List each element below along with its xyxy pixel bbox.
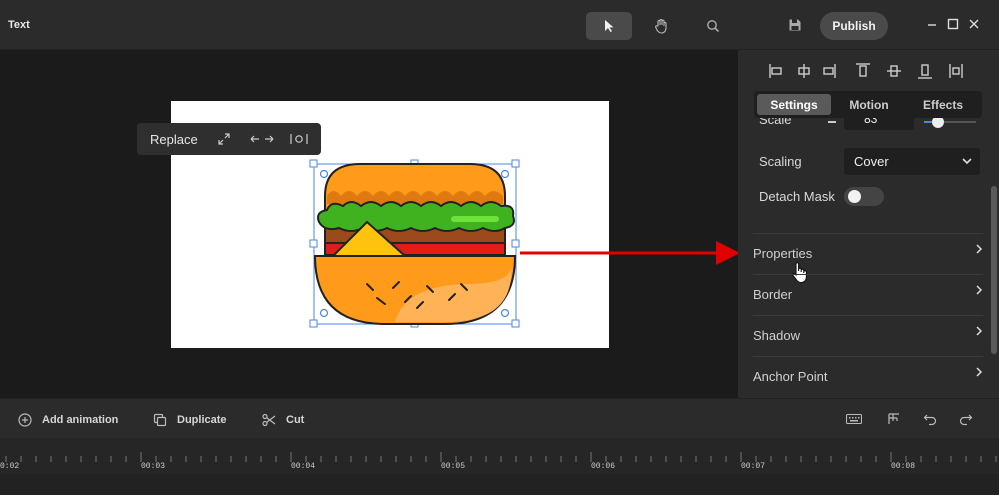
timeline-ruler[interactable]: 0:02 00:03 00:04 00:05 00:06 00:07 00:08 xyxy=(0,438,999,474)
minimize-icon xyxy=(928,24,936,26)
chevron-down-icon xyxy=(962,158,972,165)
align-right-icon xyxy=(823,64,836,78)
scale-input[interactable]: 83 xyxy=(844,118,914,130)
scale-slider[interactable] xyxy=(924,118,976,128)
detach-mask-label: Detach Mask xyxy=(759,189,835,204)
tick-label: 00:06 xyxy=(591,462,616,471)
detach-mask-toggle[interactable] xyxy=(844,187,884,206)
chevron-right-icon xyxy=(976,326,983,336)
hand-icon xyxy=(655,18,667,34)
split-icon[interactable] xyxy=(887,412,901,426)
duplicate-button[interactable]: Duplicate xyxy=(153,411,227,429)
select-tool-button[interactable] xyxy=(586,12,632,40)
chevron-right-icon xyxy=(976,285,983,295)
tick-label: 00:03 xyxy=(141,462,166,471)
search-icon xyxy=(707,20,720,33)
section-shadow[interactable]: Shadow xyxy=(753,315,983,356)
section-border[interactable]: Border xyxy=(753,274,983,315)
close-icon xyxy=(969,19,979,29)
align-center-vertical-icon xyxy=(887,65,901,77)
close-button[interactable] xyxy=(966,16,982,32)
redo-icon[interactable] xyxy=(959,412,973,426)
timeline[interactable]: 0:02 00:03 00:04 00:05 00:06 00:07 00:08 xyxy=(0,438,999,495)
section-anchor-point[interactable]: Anchor Point xyxy=(753,356,983,397)
maximize-button[interactable] xyxy=(945,16,961,32)
panel-tabs: Settings Motion Effects xyxy=(754,91,982,118)
add-circle-icon xyxy=(18,413,32,427)
keyboard-icon[interactable] xyxy=(846,413,862,425)
publish-button[interactable]: Publish xyxy=(820,12,888,40)
canvas-area[interactable]: Replace xyxy=(0,50,740,398)
scissors-icon xyxy=(262,413,276,427)
section-label: Properties xyxy=(753,246,813,261)
scale-row: Scale 83 xyxy=(738,118,991,136)
scaling-label: Scaling xyxy=(759,154,802,169)
cut-button[interactable]: Cut xyxy=(262,411,304,429)
minus-icon[interactable] xyxy=(828,121,836,123)
save-button[interactable] xyxy=(788,18,802,37)
align-center-horizontal-icon xyxy=(798,64,810,78)
scale-label: Scale xyxy=(759,118,792,127)
minimize-button[interactable] xyxy=(924,16,940,32)
tab-motion[interactable]: Motion xyxy=(834,94,904,115)
add-animation-button[interactable]: Add animation xyxy=(18,411,118,429)
section-label: Border xyxy=(753,287,793,302)
cursor-icon xyxy=(605,20,614,32)
chevron-right-icon xyxy=(976,244,983,254)
alignment-toolbar xyxy=(769,63,963,79)
save-icon xyxy=(789,19,801,31)
hand-tool-button[interactable] xyxy=(638,12,684,40)
flip-horizontal-icon[interactable] xyxy=(250,132,274,146)
distribute-icon xyxy=(949,64,963,78)
slider-handle[interactable] xyxy=(932,118,944,128)
burger-image[interactable] xyxy=(305,156,527,334)
align-top-icon xyxy=(856,63,870,77)
maximize-icon xyxy=(947,18,959,30)
replace-button[interactable]: Replace xyxy=(150,132,198,147)
scaling-select[interactable]: Cover xyxy=(844,148,980,175)
tick-label: 00:07 xyxy=(741,462,766,471)
undo-icon[interactable] xyxy=(923,412,937,426)
section-label: Shadow xyxy=(753,328,800,343)
section-label: Anchor Point xyxy=(753,369,828,384)
section-properties[interactable]: Properties xyxy=(753,233,983,274)
tick-label: 0:02 xyxy=(0,462,20,471)
expand-icon[interactable] xyxy=(217,132,231,146)
bottom-action-bar: Add animation Duplicate Cut xyxy=(0,398,999,438)
tick-label: 00:04 xyxy=(291,462,316,471)
tab-settings[interactable]: Settings xyxy=(757,94,831,115)
properties-panel: Settings Motion Effects Scale 83 Scaling… xyxy=(738,50,999,398)
duplicate-icon xyxy=(153,413,167,427)
tick-label: 00:05 xyxy=(441,462,466,471)
annotation-arrow xyxy=(520,241,740,265)
top-bar: Text Publish xyxy=(0,0,999,50)
align-left-icon xyxy=(769,64,782,78)
crop-icon[interactable] xyxy=(290,132,308,146)
tab-effects[interactable]: Effects xyxy=(907,94,979,115)
zoom-tool-button[interactable] xyxy=(690,12,736,40)
align-bottom-icon xyxy=(918,64,932,79)
context-toolbar: Replace xyxy=(137,123,321,155)
tick-label: 00:08 xyxy=(891,462,916,471)
panel-scrollbar[interactable] xyxy=(991,186,997,354)
app-title: Text xyxy=(8,19,30,31)
chevron-right-icon xyxy=(976,367,983,377)
